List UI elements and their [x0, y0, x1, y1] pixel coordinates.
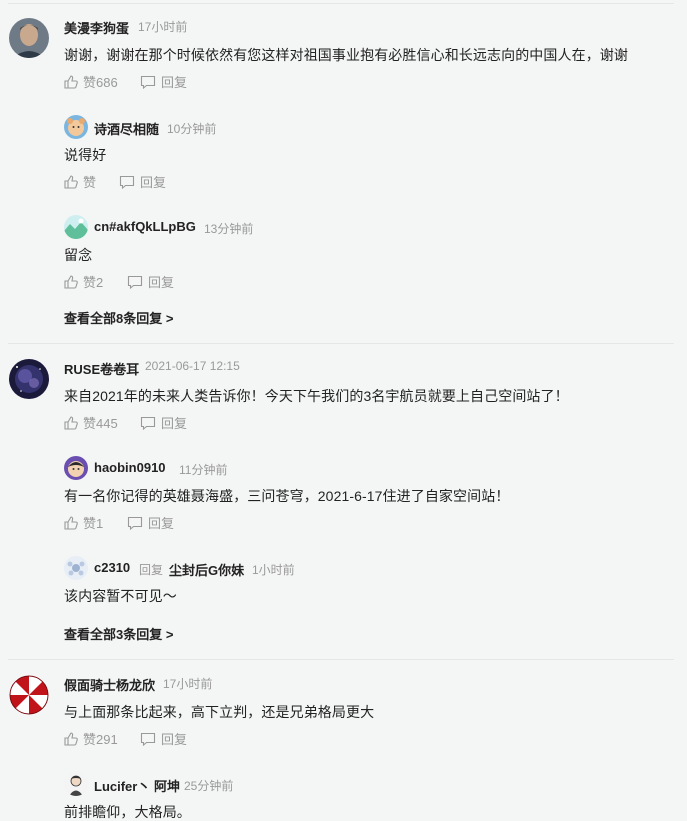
- reply-text: 该内容暂不可见～: [64, 588, 177, 604]
- reply-to-label: 回复: [139, 563, 164, 577]
- comment-feed: 美漫李狗蛋 17小时前 谢谢，谢谢在那个时候依然有您这样对祖国事业抱有必胜信心和…: [0, 0, 687, 821]
- thumbs-up-icon: [64, 174, 78, 189]
- like-button[interactable]: 赞686: [64, 72, 118, 91]
- like-button[interactable]: 赞445: [64, 413, 118, 432]
- reply-button[interactable]: 回复: [140, 729, 187, 748]
- view-all-replies-link[interactable]: 查看全部3条回复 >: [64, 624, 173, 643]
- like-count: 赞445: [83, 416, 118, 431]
- thumbs-up-icon: [64, 74, 78, 89]
- like-count: 赞291: [83, 732, 118, 747]
- comment-text: 来自2021年的未来人类告诉你！今天下午我们的3名宇航员就要上自己空间站了！: [64, 388, 569, 404]
- divider: [8, 659, 674, 660]
- reply-button[interactable]: 回复: [140, 413, 187, 432]
- comment-icon: [119, 175, 135, 189]
- avatar[interactable]: [64, 215, 88, 239]
- like-button[interactable]: 赞291: [64, 729, 118, 748]
- comment-username[interactable]: 美漫李狗蛋: [64, 18, 129, 37]
- comment-icon: [140, 732, 156, 746]
- reply-button[interactable]: 回复: [140, 72, 187, 91]
- reply-username[interactable]: haobin0910: [94, 460, 166, 475]
- comment-text: 谢谢，谢谢在那个时候依然有您这样对祖国事业抱有必胜信心和长远志向的中国人在，谢谢: [64, 47, 628, 63]
- reply-label: 回复: [140, 175, 167, 190]
- reply-label: 回复: [161, 416, 188, 431]
- reply-username[interactable]: c2310: [94, 560, 130, 575]
- thumbs-up-icon: [64, 274, 78, 289]
- comment-time: 17小时前: [138, 20, 188, 34]
- thumbs-up-icon: [64, 515, 78, 530]
- view-all-replies-link[interactable]: 查看全部8条回复 >: [64, 308, 173, 327]
- reply-text: 说得好: [64, 147, 107, 163]
- reply-label: 回复: [161, 75, 188, 90]
- comment-username[interactable]: 假面骑士杨龙欣: [64, 675, 155, 694]
- comment-icon: [140, 75, 156, 89]
- reply-button[interactable]: 回复: [119, 172, 166, 191]
- avatar[interactable]: [9, 18, 49, 58]
- reply-button[interactable]: 回复: [127, 513, 174, 532]
- comment-time: 17小时前: [163, 677, 213, 691]
- reply-label: 回复: [148, 516, 175, 531]
- reply-label: 回复: [148, 275, 175, 290]
- reply-text: 留念: [64, 247, 93, 263]
- like-count: 赞2: [83, 275, 104, 290]
- like-count: 赞1: [83, 516, 104, 531]
- like-count: 赞686: [83, 75, 118, 90]
- reply-text: 前排瞻仰，大格局。: [64, 804, 191, 820]
- divider: [8, 343, 674, 344]
- comment-username[interactable]: RUSE卷卷耳: [64, 359, 139, 378]
- reply-to-username[interactable]: 尘封后G你妹: [169, 560, 244, 579]
- reply-time: 10分钟前: [167, 122, 217, 136]
- comment-time: 2021-06-17 12:15: [145, 359, 240, 373]
- reply-time: 13分钟前: [204, 222, 254, 236]
- like-button[interactable]: 赞1: [64, 513, 103, 532]
- avatar[interactable]: [64, 772, 88, 796]
- avatar[interactable]: [64, 556, 88, 580]
- reply-label: 回复: [161, 732, 188, 747]
- comment-text: 与上面那条比起来，高下立判，还是兄弟格局更大: [64, 704, 375, 720]
- avatar[interactable]: [64, 456, 88, 480]
- comment-icon: [127, 275, 143, 289]
- reply-username[interactable]: cn#akfQkLLpBG: [94, 219, 196, 234]
- like-button[interactable]: 赞: [64, 172, 96, 191]
- reply-time: 25分钟前: [184, 779, 234, 793]
- avatar[interactable]: [9, 675, 49, 715]
- reply-time: 11分钟前: [179, 463, 228, 477]
- reply-button[interactable]: 回复: [127, 272, 174, 291]
- thumbs-up-icon: [64, 731, 78, 746]
- comment-icon: [140, 416, 156, 430]
- divider: [8, 3, 674, 4]
- reply-text: 有一名你记得的英雄聂海盛，三问苍穹，2021-6-17住进了自家空间站！: [64, 488, 510, 504]
- like-count: 赞: [83, 175, 97, 190]
- reply-time: 1小时前: [252, 563, 295, 577]
- reply-username[interactable]: 诗酒尽相随: [94, 119, 159, 138]
- thumbs-up-icon: [64, 415, 78, 430]
- reply-username[interactable]: Lucifer丶 阿坤: [94, 776, 180, 795]
- like-button[interactable]: 赞2: [64, 272, 103, 291]
- comment-icon: [127, 516, 143, 530]
- avatar[interactable]: [9, 359, 49, 399]
- avatar[interactable]: [64, 115, 88, 139]
